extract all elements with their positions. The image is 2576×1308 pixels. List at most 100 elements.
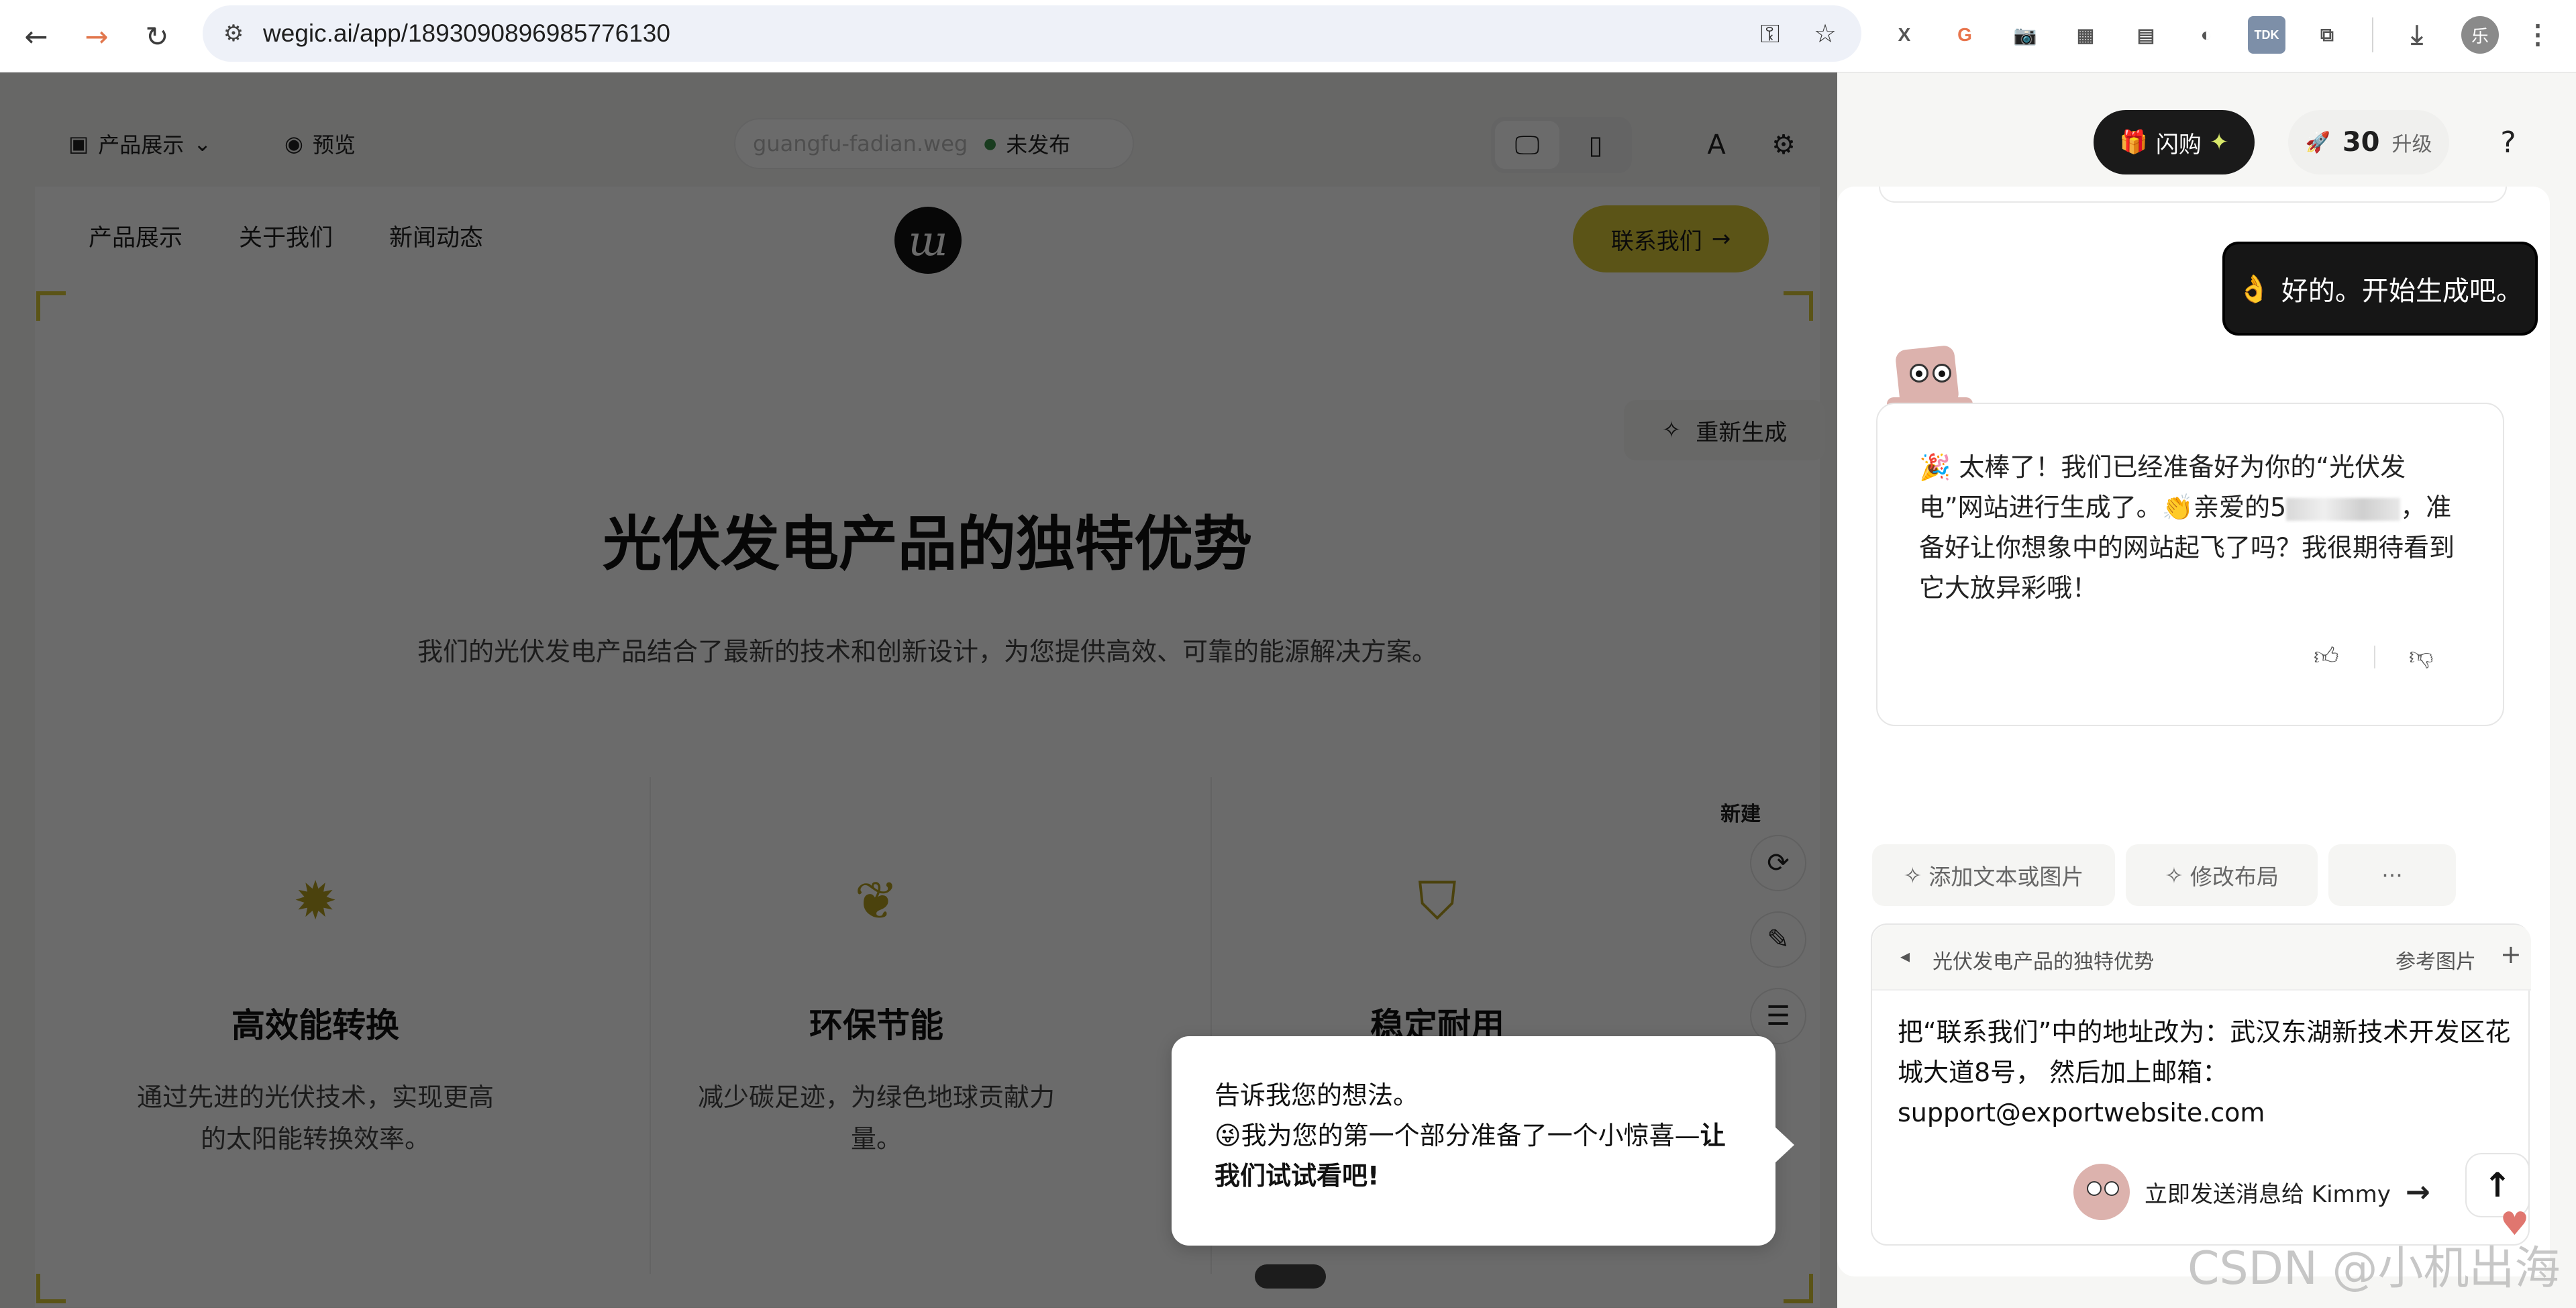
- ok-hand-icon: 👌: [2237, 273, 2271, 305]
- credits-badge[interactable]: 🚀 30 升级: [2288, 110, 2449, 174]
- preview-button[interactable]: ◉ 预览: [267, 118, 388, 169]
- page-selector[interactable]: ▣ 产品展示 ⌄: [51, 118, 240, 169]
- regenerate-button[interactable]: ✧ 重新生成: [1624, 400, 1825, 460]
- selection-corner-bl: [36, 1274, 66, 1303]
- extension-camera-icon[interactable]: 📷: [2006, 16, 2044, 54]
- status-dot-icon: ●: [984, 135, 997, 152]
- feature-card: ❦ 环保节能 减少碳足迹，为绿色地球贡献力量。: [596, 777, 1157, 1274]
- extensions-puzzle-icon[interactable]: ⧉: [2308, 16, 2346, 54]
- profile-avatar[interactable]: 乐: [2461, 16, 2499, 54]
- page-icon: ▣: [68, 131, 89, 156]
- modify-layout-button[interactable]: ✧ 修改布局: [2126, 844, 2318, 906]
- bottom-handle[interactable]: [1255, 1264, 1326, 1289]
- address-bar[interactable]: ⚙ wegic.ai/app/1893090896985776130 ⚿ ☆: [203, 5, 1861, 62]
- password-key-icon[interactable]: ⚿: [1753, 17, 1788, 50]
- feature-description: 通过先进的光伏技术，实现更高的太阳能转换效率。: [136, 1083, 494, 1154]
- download-icon[interactable]: ⤓: [2398, 16, 2436, 54]
- extension-card-icon[interactable]: ▦: [2067, 16, 2104, 54]
- site-nav-products[interactable]: 产品展示: [89, 219, 183, 253]
- swap-section-icon[interactable]: ⟳: [1750, 835, 1806, 891]
- extension-tdk-icon[interactable]: TDK: [2248, 16, 2285, 54]
- extension-g-icon[interactable]: G: [1946, 16, 1983, 54]
- eye-icon: ◉: [285, 131, 303, 156]
- add-text-or-image-button[interactable]: ✧ 添加文本或图片: [1872, 844, 2115, 906]
- mobile-view-icon[interactable]: ▯: [1563, 121, 1628, 169]
- extension-color-icon[interactable]: ◐: [2187, 16, 2225, 54]
- thumbs-up-icon[interactable]: 👍︎: [2314, 642, 2339, 671]
- device-switcher: 🖵 ▯: [1491, 117, 1632, 173]
- context-row: ◂ 光伏发电产品的独特优势 参考图片 +: [1872, 925, 2531, 991]
- arrow-right-icon: →: [1711, 225, 1731, 252]
- add-reference-icon[interactable]: +: [2500, 940, 2522, 969]
- arrow-right-icon: →: [2405, 1174, 2430, 1209]
- reference-image-button[interactable]: 参考图片: [2395, 945, 2476, 974]
- sparkle-icon: ✧: [1903, 862, 1922, 889]
- extension-calculator-icon[interactable]: ▤: [2127, 16, 2165, 54]
- onboarding-tooltip: 告诉我您的想法。 😜我为您的第一个部分准备了一个小惊喜—让我们试试看吧!: [1172, 1036, 1794, 1246]
- selection-corner-tl: [36, 291, 66, 321]
- forward-icon[interactable]: →: [75, 15, 118, 58]
- contact-us-button[interactable]: 联系我们 →: [1573, 205, 1769, 272]
- site-settings-icon[interactable]: ⚙: [217, 17, 250, 50]
- browser-chrome: ← → ↻ ⚙ wegic.ai/app/1893090896985776130…: [0, 0, 2576, 72]
- mascot-eye: [1933, 364, 1951, 383]
- bookmark-star-icon[interactable]: ☆: [1808, 17, 1843, 50]
- extension-x-icon[interactable]: X: [1886, 16, 1923, 54]
- credits-count: 30: [2342, 127, 2380, 158]
- chrome-menu-icon[interactable]: ⋮: [2519, 16, 2557, 54]
- domain-status-bar[interactable]: guangfu-fadian.weg ● 未发布: [734, 118, 1134, 169]
- sun-icon: ✹: [293, 871, 338, 932]
- upgrade-link[interactable]: 升级: [2392, 128, 2432, 157]
- mascot-eye: [1910, 364, 1928, 383]
- domain-text[interactable]: guangfu-fadian.weg: [753, 131, 974, 156]
- theme-font-icon[interactable]: A: [1691, 119, 1742, 170]
- gift-icon: 🎁: [2119, 129, 2148, 156]
- kimmy-eye: [2087, 1181, 2102, 1196]
- modify-layout-label: 修改布局: [2189, 864, 2279, 890]
- publish-status: 未发布: [1006, 132, 1071, 158]
- help-icon[interactable]: ?: [2483, 117, 2534, 168]
- chat-input-text[interactable]: 把“联系我们”中的地址改为：武汉东湖新技术开发区花城大道8号， 然后加上邮箱：s…: [1898, 1012, 2515, 1133]
- settings-gear-icon[interactable]: ⚙: [1758, 119, 1809, 170]
- feature-title: 环保节能: [809, 1006, 943, 1045]
- more-actions-button[interactable]: ···: [2328, 844, 2456, 906]
- site-logo[interactable]: ա: [894, 207, 962, 274]
- tooltip-line1: 告诉我您的想法。: [1215, 1080, 1419, 1110]
- sparkle-icon: ✦: [2209, 129, 2229, 156]
- feature-card: ✹ 高效能转换 通过先进的光伏技术，实现更高的太阳能转换效率。: [35, 777, 596, 1274]
- site-navbar: 产品展示 关于我们 新闻动态 ա 联系我们 →: [35, 187, 1820, 281]
- edit-section-icon[interactable]: ✎: [1750, 911, 1806, 968]
- assistant-message: 🎉 太棒了！我们已经准备好为你的“光伏发电”网站进行生成了。👏亲爱的5 ，准备好让…: [1876, 403, 2504, 726]
- rocket-icon: 🚀: [2305, 130, 2330, 154]
- flash-sale-label: 闪购: [2155, 131, 2202, 158]
- caret-left-icon[interactable]: ◂: [1900, 945, 1910, 967]
- previous-message-edge: [1879, 187, 2507, 203]
- send-to-kimmy-label: 立即发送消息给 Kimmy: [2145, 1180, 2391, 1208]
- url-text[interactable]: wegic.ai/app/1893090896985776130: [263, 5, 670, 62]
- sparkle-icon: ✧: [2165, 862, 2183, 889]
- magic-wand-icon: ✧: [1661, 417, 1682, 444]
- tooltip-line2-text: 😜我为您的第一个部分准备了一个小惊喜—: [1215, 1121, 1700, 1150]
- flash-sale-button[interactable]: 🎁 闪购 ✦: [2094, 110, 2255, 174]
- new-badge: 新建: [1720, 803, 1761, 826]
- site-nav-about[interactable]: 关于我们: [239, 219, 333, 253]
- site-nav-news[interactable]: 新闻动态: [389, 219, 483, 253]
- send-to-kimmy-row[interactable]: 立即发送消息给 Kimmy →: [2073, 1160, 2430, 1224]
- tooltip-line2: 😜我为您的第一个部分准备了一个小惊喜—让我们试试看吧!: [1215, 1115, 1733, 1196]
- page-selector-label: 产品展示: [98, 132, 185, 158]
- thumbs-down-icon[interactable]: 👎︎: [2409, 642, 2434, 671]
- reaction-divider: [2374, 646, 2375, 668]
- assistant-message-text: 🎉 太棒了！我们已经准备好为你的“光伏发电”网站进行生成了。👏亲爱的5 ，准备好让…: [1919, 447, 2469, 608]
- chevron-down-icon: ⌄: [193, 131, 212, 156]
- user-message-text: 好的。开始生成吧。: [2281, 276, 2523, 307]
- selection-corner-tr: [1784, 291, 1813, 321]
- redacted-name: [2286, 497, 2401, 521]
- back-icon[interactable]: ←: [15, 15, 58, 58]
- chat-panel: 👌 好的。开始生成吧。 🎉 太棒了！我们已经准备好为你的“光伏发电”网站进行生成…: [1837, 187, 2550, 1276]
- reload-icon[interactable]: ↻: [136, 15, 178, 58]
- section-title: 光伏发电产品的独特优势: [602, 509, 1252, 578]
- chat-input-box[interactable]: ◂ 光伏发电产品的独特优势 参考图片 + 把“联系我们”中的地址改为：武汉东湖新…: [1871, 923, 2531, 1246]
- toolbar-divider: [2372, 17, 2373, 52]
- desktop-view-icon[interactable]: 🖵: [1495, 121, 1559, 169]
- selection-corner-br: [1784, 1274, 1813, 1303]
